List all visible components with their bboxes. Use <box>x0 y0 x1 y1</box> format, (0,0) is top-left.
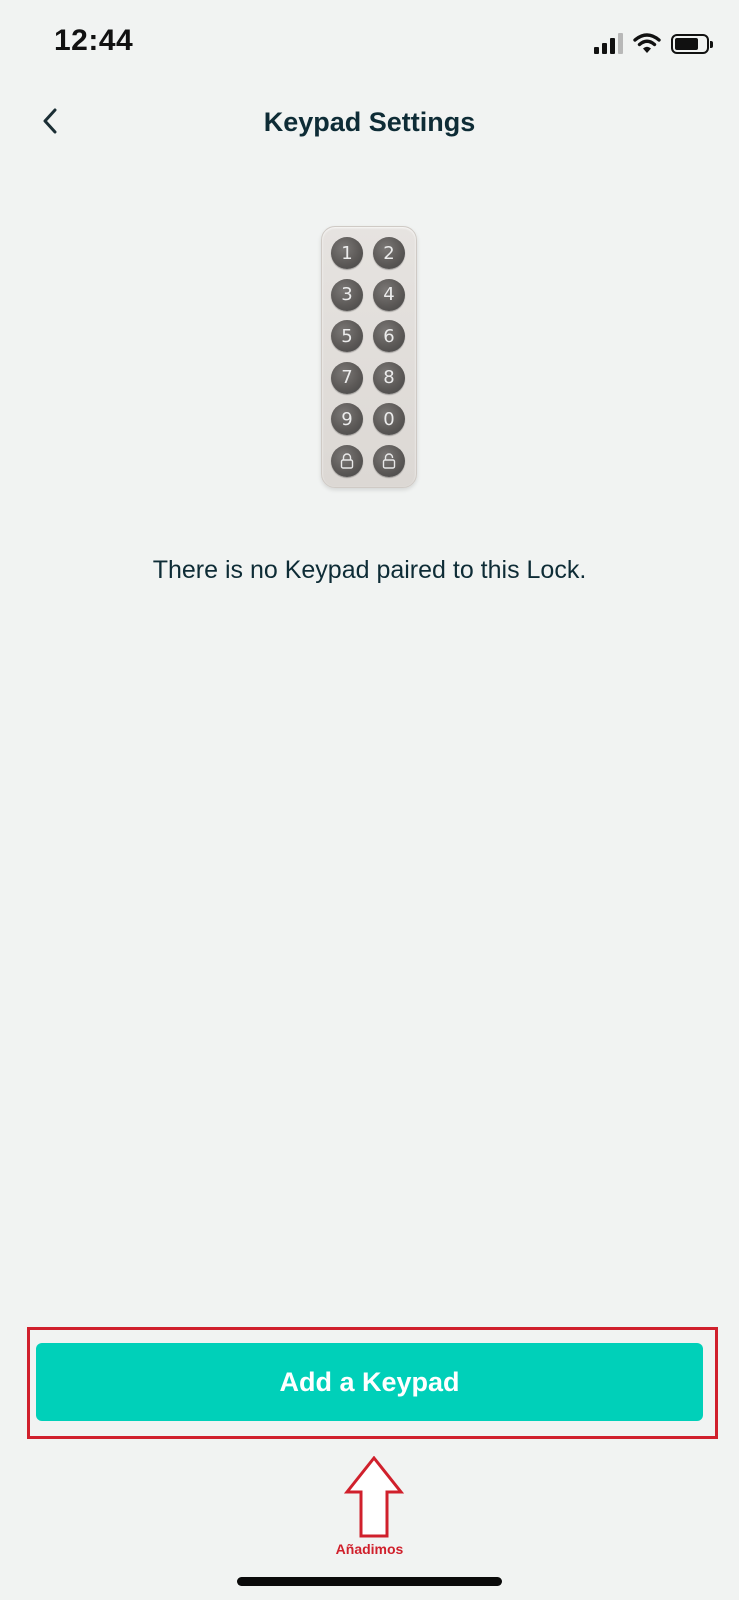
screen: 12:44 Keypad Settings 1 2 3 4 5 6 7 8 9 … <box>0 0 739 1600</box>
annotation-label: Añadimos <box>335 1541 404 1557</box>
empty-state-message: There is no Keypad paired to this Lock. <box>152 556 587 584</box>
keypad-key-1: 1 <box>331 237 363 269</box>
status-icons <box>594 32 713 54</box>
wifi-icon <box>633 33 661 53</box>
keypad-key-5: 5 <box>331 320 363 353</box>
page-title: Keypad Settings <box>263 107 476 137</box>
up-arrow-annotation-icon <box>344 1456 404 1538</box>
home-indicator <box>237 1577 502 1586</box>
keypad-key-0: 0 <box>373 403 405 436</box>
keypad-key-8: 8 <box>373 361 405 394</box>
status-bar: 12:44 <box>0 0 739 90</box>
keypad-key-2: 2 <box>373 237 405 269</box>
header: Keypad Settings <box>0 95 739 155</box>
keypad-key-4: 4 <box>373 278 405 311</box>
keypad-key-7: 7 <box>331 361 363 394</box>
battery-fill <box>675 38 698 50</box>
add-keypad-button[interactable]: Add a Keypad <box>36 1343 703 1421</box>
battery-icon <box>671 34 713 54</box>
lock-icon <box>340 453 354 469</box>
keypad-unlock-key <box>373 444 405 477</box>
status-time: 12:44 <box>54 24 134 57</box>
unlock-icon <box>382 453 396 469</box>
keypad-key-3: 3 <box>331 278 363 311</box>
keypad-illustration: 1 2 3 4 5 6 7 8 9 0 <box>321 226 417 488</box>
cellular-signal-icon <box>594 32 623 54</box>
keypad-lock-key <box>331 444 363 477</box>
keypad-key-6: 6 <box>373 320 405 353</box>
keypad-key-9: 9 <box>331 403 363 436</box>
keypad-grid: 1 2 3 4 5 6 7 8 9 0 <box>331 237 405 477</box>
